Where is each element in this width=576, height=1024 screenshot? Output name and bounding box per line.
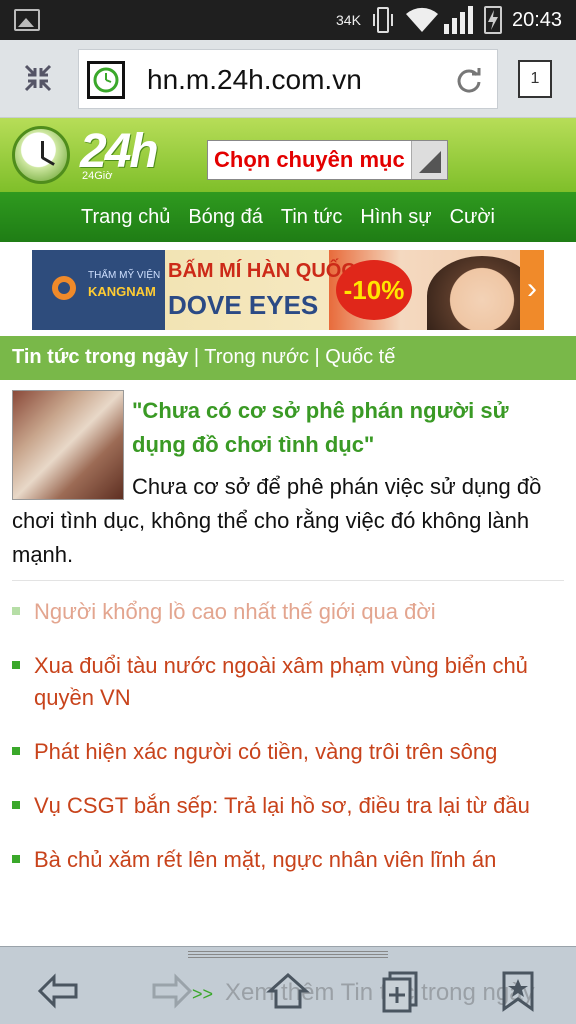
nav-item-news[interactable]: Tin tức [281, 206, 343, 229]
home-icon[interactable] [266, 969, 310, 1013]
image-notification-icon [14, 9, 40, 31]
news-link[interactable]: Xua đuổi tàu nước ngoài xâm phạm vùng bi… [34, 653, 528, 710]
url-bar[interactable]: hn.m.24h.com.vn [78, 49, 498, 109]
phone-vibrate-icon [373, 7, 393, 33]
nav-item-crime[interactable]: Hình sự [360, 206, 431, 229]
bullet-icon [12, 801, 20, 809]
list-item[interactable]: Xua đuổi tàu nước ngoài xâm phạm vùng bi… [12, 650, 564, 714]
section-link-domestic[interactable]: Trong nước [204, 346, 309, 368]
browser-toolbar: hn.m.24h.com.vn 1 [0, 40, 576, 118]
banner-headline: BẤM MÍ HÀN QUỐC [168, 260, 356, 282]
nav-item-football[interactable]: Bóng đá [188, 206, 263, 229]
news-link[interactable]: Người khổng lồ cao nhất thế giới qua đời [34, 599, 436, 624]
browser-bottom-toolbar: >> Xem thêm Tin tức trong ngày [0, 946, 576, 1024]
section-link-international[interactable]: Quốc tế [325, 346, 395, 368]
banner-next-icon[interactable]: › [520, 250, 544, 330]
category-select[interactable]: Chọn chuyên mục [207, 140, 448, 180]
status-bar: 34K 20:43 [0, 0, 576, 40]
section-active[interactable]: Tin tức trong ngày [12, 346, 188, 368]
list-item[interactable]: Người khổng lồ cao nhất thế giới qua đời [12, 596, 564, 628]
banner-product: DOVE EYES [168, 290, 319, 320]
news-link[interactable]: Bà chủ xăm rết lên mặt, ngực nhân viên l… [34, 847, 496, 872]
dropdown-arrow-icon [411, 141, 447, 179]
bullet-icon [12, 747, 20, 755]
back-icon[interactable] [36, 969, 80, 1013]
add-tab-icon[interactable] [380, 969, 424, 1013]
main-nav: Trang chủ Bóng đá Tin tức Hình sự Cười [0, 192, 576, 242]
bullet-icon [12, 661, 20, 669]
discount-badge: -10% [336, 260, 412, 320]
featured-summary: Chưa cơ sở để phê phán việc sử dụng đồ c… [12, 474, 542, 567]
category-select-label: Chọn chuyên mục [214, 147, 405, 172]
forward-icon[interactable] [150, 969, 194, 1013]
list-item[interactable]: Phát hiện xác người có tiền, vàng trôi t… [12, 736, 564, 768]
banner-brand-top: THẨM MỸ VIỆN [88, 270, 161, 281]
list-item[interactable]: Vụ CSGT bắn sếp: Trả lại hồ sơ, điều tra… [12, 790, 564, 822]
site-header: 24h 24Giờ Chọn chuyên mục [0, 118, 576, 192]
reload-icon[interactable] [455, 66, 483, 94]
clock: 20:43 [512, 9, 563, 31]
section-separator: | [188, 346, 205, 368]
drag-handle[interactable] [188, 949, 388, 958]
banner-brand: KANGNAM [88, 284, 156, 299]
tabs-button[interactable]: 1 [518, 60, 552, 98]
url-text[interactable]: hn.m.24h.com.vn [147, 64, 362, 96]
signal-icon [444, 6, 473, 34]
site-logo-sub: 24Giờ [82, 170, 113, 182]
site-favicon-icon [87, 61, 125, 99]
see-more-arrow: >> [192, 984, 214, 1004]
battery-charging-icon [484, 6, 502, 34]
collapse-icon[interactable] [22, 62, 54, 94]
list-item[interactable]: Bà chủ xăm rết lên mặt, ngực nhân viên l… [12, 844, 564, 876]
bullet-icon [12, 855, 20, 863]
news-list: Người khổng lồ cao nhất thế giới qua đời… [12, 596, 564, 898]
section-separator: | [308, 346, 326, 368]
nav-item-funny[interactable]: Cười [450, 206, 495, 229]
see-more-link[interactable]: >> Xem thêm Tin tức trong ngày [192, 979, 535, 1007]
divider [12, 580, 564, 581]
news-link[interactable]: Phát hiện xác người có tiền, vàng trôi t… [34, 739, 497, 764]
wifi-icon [406, 7, 438, 33]
network-speed: 34K [336, 12, 361, 28]
bookmark-icon[interactable] [496, 969, 540, 1013]
featured-title[interactable]: "Chưa có cơ sở phê phán người sử dụng đồ… [132, 394, 562, 462]
logo-clock-icon[interactable] [12, 126, 70, 184]
news-link[interactable]: Vụ CSGT bắn sếp: Trả lại hồ sơ, điều tra… [34, 793, 530, 818]
nav-item-home[interactable]: Trang chủ [81, 206, 170, 229]
section-bar: Tin tức trong ngày | Trong nước | Quốc t… [0, 336, 576, 380]
banner-ad[interactable]: THẨM MỸ VIỆN KANGNAM BẤM MÍ HÀN QUỐC DOV… [32, 250, 544, 330]
bullet-icon [12, 607, 20, 615]
kangnam-logo-icon [52, 276, 76, 300]
